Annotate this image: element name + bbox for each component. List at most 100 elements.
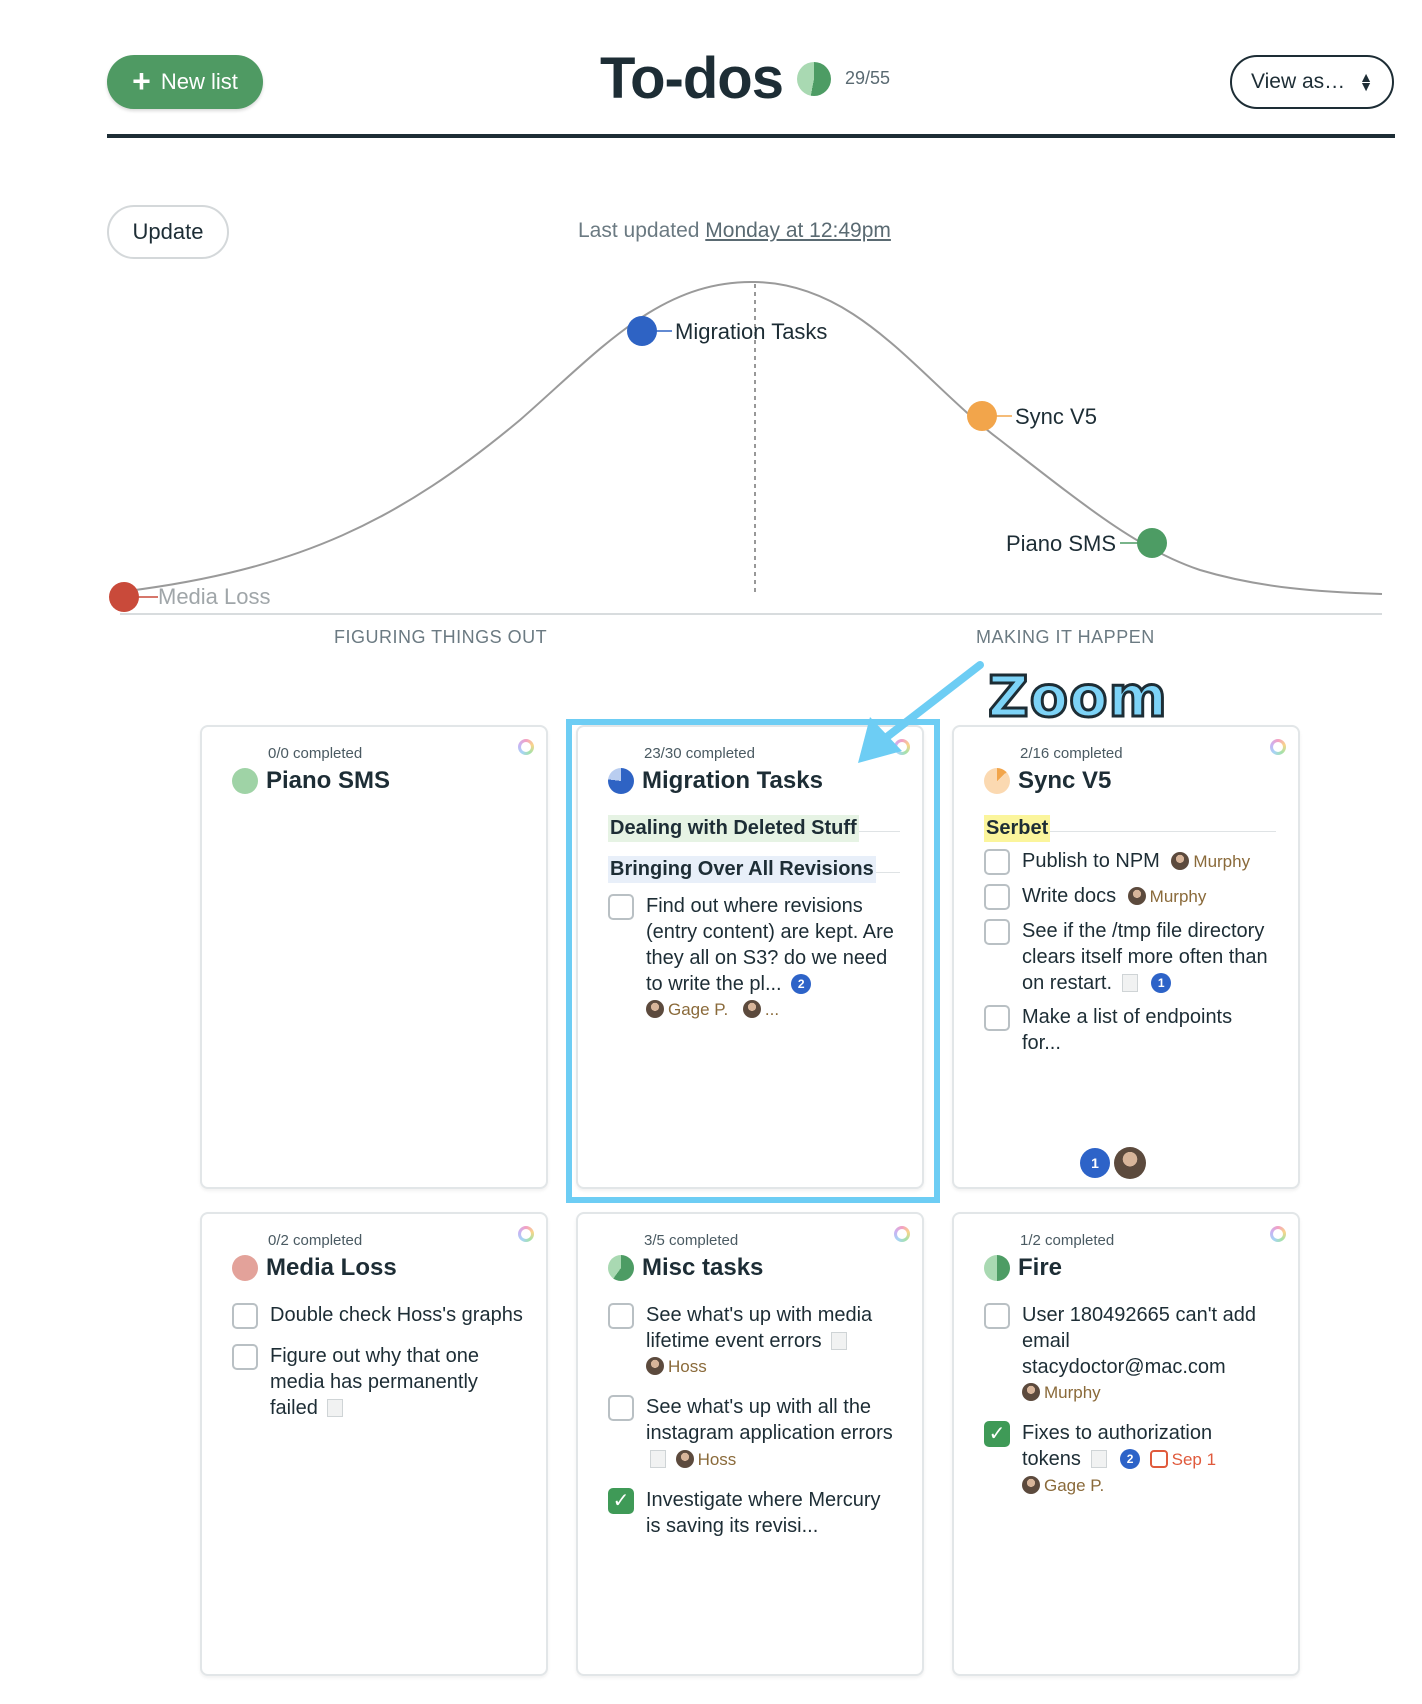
todo-checkbox-checked[interactable]: ✓ — [608, 1488, 634, 1514]
todo-checkbox[interactable] — [984, 1303, 1010, 1329]
todo-item[interactable]: ✓ Fixes to authorization tokens 2 Sep 1 … — [984, 1420, 1276, 1499]
avatar-icon — [1022, 1383, 1040, 1401]
todo-checkbox[interactable] — [984, 919, 1010, 945]
new-list-button[interactable]: + New list — [107, 55, 263, 109]
comment-count-badge[interactable]: 1 — [1151, 973, 1172, 993]
todo-item[interactable]: User 180492665 can't add email stacydoct… — [984, 1302, 1276, 1406]
todo-checkbox[interactable] — [608, 1303, 634, 1329]
hill-dot[interactable] — [627, 316, 657, 346]
card-title[interactable]: Fire — [1018, 1254, 1062, 1282]
card-header[interactable]: Media Loss — [232, 1254, 397, 1282]
card-header[interactable]: Piano SMS — [232, 767, 390, 795]
assignee-name[interactable]: Hoss — [668, 1357, 707, 1376]
loading-ring-icon — [518, 1226, 534, 1242]
phase-label-left: FIGURING THINGS OUT — [334, 627, 548, 647]
progress-pie-icon — [232, 768, 258, 794]
todo-item[interactable]: Make a list of endpoints for... — [984, 1004, 1276, 1056]
hill-point-media-loss[interactable]: Media Loss — [109, 582, 271, 612]
list-card-piano-sms[interactable]: 0/0 completed Piano SMS — [200, 725, 548, 1189]
assignee-name[interactable]: Gage P. — [1044, 1476, 1104, 1495]
hill-point-piano-sms[interactable]: Piano SMS — [1006, 528, 1167, 558]
todo-content: See what's up with media lifetime event … — [646, 1302, 900, 1380]
assignee-name[interactable]: Hoss — [698, 1450, 737, 1469]
list-card-fire[interactable]: 1/2 completed Fire User 180492665 can't … — [952, 1212, 1300, 1676]
todo-text[interactable]: Figure out why that one media has perman… — [270, 1345, 479, 1419]
todo-checkbox[interactable] — [232, 1303, 258, 1329]
zoom-label: Zoom — [987, 664, 1169, 732]
card-footer: 1 — [1080, 1147, 1146, 1179]
todo-checkbox[interactable] — [984, 884, 1010, 910]
todo-checkbox[interactable] — [984, 1005, 1010, 1031]
todo-text[interactable]: Make a list of endpoints for... — [1022, 1004, 1276, 1056]
group-heading[interactable]: Serbet — [984, 815, 1051, 842]
phase-label-right: MAKING IT HAPPEN — [976, 627, 1155, 647]
todo-checkbox[interactable] — [608, 1395, 634, 1421]
todo-text[interactable]: Write docs — [1022, 885, 1116, 907]
progress-count: 29/55 — [844, 68, 891, 88]
todo-content: User 180492665 can't add email stacydoct… — [1022, 1302, 1276, 1406]
todo-item[interactable]: See what's up with media lifetime event … — [608, 1302, 900, 1380]
todo-item[interactable]: Publish to NPM Murphy — [984, 848, 1276, 875]
card-title[interactable]: Media Loss — [266, 1254, 397, 1282]
todo-text[interactable]: Double check Hoss's graphs — [270, 1302, 523, 1329]
list-card-media-loss[interactable]: 0/2 completed Media Loss Double check Ho… — [200, 1212, 548, 1676]
avatar-icon — [675, 1450, 694, 1468]
todo-content: Fixes to authorization tokens 2 Sep 1 Ga… — [1022, 1420, 1276, 1499]
page-title: To-dos — [600, 46, 784, 111]
todo-item[interactable]: See if the /tmp file directory clears it… — [984, 918, 1276, 996]
last-updated-link[interactable]: Monday at 12:49pm — [705, 219, 891, 242]
notes-icon — [1121, 974, 1138, 992]
card-title[interactable]: Piano SMS — [266, 767, 390, 795]
completed-count: 2/16 completed — [1020, 745, 1123, 762]
todo-item[interactable]: Figure out why that one media has perman… — [232, 1343, 524, 1421]
todo-checkbox[interactable] — [232, 1344, 258, 1370]
hill-dot[interactable] — [109, 582, 139, 612]
view-as-button[interactable]: View as… ▲ ▼ — [1230, 55, 1394, 109]
assignee-name[interactable]: Murphy — [1193, 852, 1250, 871]
list-card-misc-tasks[interactable]: 3/5 completed Misc tasks See what's up w… — [576, 1212, 924, 1676]
hill-dot[interactable] — [967, 401, 997, 431]
hill-label: Migration Tasks — [675, 319, 827, 344]
progress-pie-icon — [232, 1255, 258, 1281]
card-header[interactable]: Sync V5 — [984, 767, 1111, 795]
card-header[interactable]: Fire — [984, 1254, 1062, 1282]
avatar-icon[interactable] — [1114, 1147, 1146, 1179]
todo-checkbox[interactable] — [984, 849, 1010, 875]
hill-dot[interactable] — [1137, 528, 1167, 558]
todo-item[interactable]: Write docs Murphy — [984, 883, 1276, 910]
page-header: To-dos 29/55 — [600, 45, 890, 112]
loading-ring-icon — [518, 739, 534, 755]
hill-point-migration-tasks[interactable]: Migration Tasks — [627, 316, 827, 346]
comment-count-badge[interactable]: 2 — [1120, 1449, 1141, 1469]
card-title[interactable]: Misc tasks — [642, 1254, 763, 1282]
todo-item[interactable]: Double check Hoss's graphs — [232, 1302, 524, 1329]
view-as-label: View as… — [1250, 70, 1346, 93]
todo-content: See if the /tmp file directory clears it… — [1022, 918, 1276, 996]
card-body: Double check Hoss's graphs Figure out wh… — [232, 1302, 524, 1435]
assignee-name[interactable]: Murphy — [1150, 887, 1207, 906]
last-updated: Last updated Monday at 12:49pm — [578, 219, 891, 243]
todo-text[interactable]: See if the /tmp file directory clears it… — [1022, 920, 1268, 994]
list-card-sync-v5[interactable]: 2/16 completed Sync V5 Serbet Publish to… — [952, 725, 1300, 1189]
loading-ring-icon — [1270, 739, 1286, 755]
card-body: See what's up with media lifetime event … — [608, 1302, 900, 1553]
todo-checkbox-checked[interactable]: ✓ — [984, 1421, 1010, 1447]
todo-content: See what's up with all the instagram app… — [646, 1394, 900, 1473]
group-row: Serbet — [984, 815, 1276, 848]
todo-text[interactable]: See what's up with all the instagram app… — [646, 1396, 893, 1444]
comment-count-badge[interactable]: 1 — [1080, 1148, 1110, 1178]
completed-count: 0/0 completed — [268, 745, 363, 762]
card-title[interactable]: Sync V5 — [1018, 767, 1111, 795]
update-button[interactable]: Update — [107, 205, 229, 259]
todo-text[interactable]: Publish to NPM — [1022, 850, 1160, 872]
todo-item[interactable]: See what's up with all the instagram app… — [608, 1394, 900, 1473]
zoom-highlight-box — [566, 719, 940, 1203]
todo-content: Figure out why that one media has perman… — [270, 1343, 524, 1421]
todo-text[interactable]: User 180492665 can't add email stacydoct… — [1022, 1304, 1256, 1378]
due-date[interactable]: Sep 1 — [1172, 1450, 1216, 1469]
hill-point-sync-v5[interactable]: Sync V5 — [967, 401, 1097, 431]
assignee-name[interactable]: Murphy — [1044, 1383, 1101, 1402]
todo-item[interactable]: ✓ Investigate where Mercury is saving it… — [608, 1487, 900, 1539]
todo-text[interactable]: Investigate where Mercury is saving its … — [646, 1487, 900, 1539]
card-header[interactable]: Misc tasks — [608, 1254, 763, 1282]
